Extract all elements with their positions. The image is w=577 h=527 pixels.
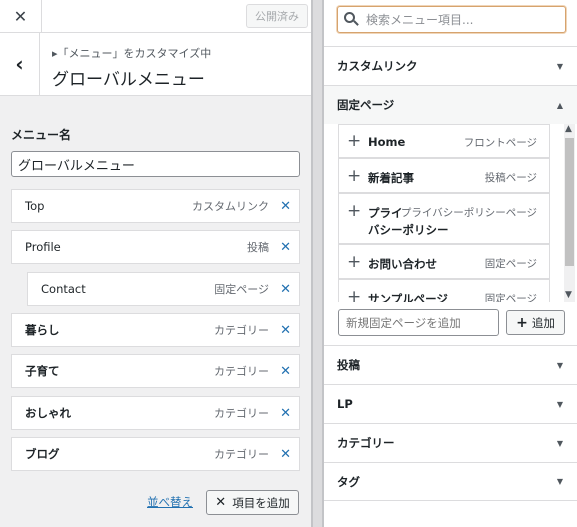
list-scrollbar[interactable]: ▲ ▼ <box>564 124 575 302</box>
remove-icon[interactable]: ✕ <box>280 240 291 255</box>
page-title-text: サンプルページ <box>368 292 448 302</box>
menu-item-type: 固定ページ <box>214 283 269 296</box>
remove-icon[interactable]: ✕ <box>280 406 291 421</box>
page-type-text: 投稿ページ <box>484 172 537 184</box>
menu-item-title: ブログ <box>25 447 60 461</box>
page-type-text: 固定ページ <box>484 293 537 302</box>
section-header: ‹ ▸「メニュー」をカスタマイズ中 グローバルメニュー <box>0 33 311 96</box>
plus-icon: + <box>516 314 528 331</box>
panel-divider-track <box>313 0 322 527</box>
scroll-up-icon[interactable]: ▲ <box>565 124 572 134</box>
search-input[interactable]: 検索メニュー項目... <box>337 6 566 33</box>
accordion-label: カスタムリンク <box>337 59 418 73</box>
reorder-link[interactable]: 並べ替え <box>147 494 193 510</box>
chevron-down-icon: ▼ <box>556 61 563 71</box>
customizer-panel: ✕ 公開済み ‹ ▸「メニュー」をカスタマイズ中 グローバルメニュー メニュー名… <box>0 0 311 527</box>
menu-name-input[interactable] <box>11 151 300 177</box>
add-page-label: 追加 <box>531 315 555 330</box>
accordion-label: LP <box>337 397 353 411</box>
accordion-tags[interactable]: タグ ▼ <box>324 462 577 501</box>
menu-item-kosodate[interactable]: 子育て カテゴリー ✕ <box>11 354 300 388</box>
add-items-button[interactable]: ✕ 項目を追加 <box>206 490 299 515</box>
list-item[interactable]: + 新着記事 投稿ページ <box>338 158 550 193</box>
plus-icon: + <box>347 287 362 302</box>
page-type-text: 固定ページ <box>484 258 537 270</box>
search-placeholder: 検索メニュー項目... <box>366 13 474 27</box>
accordion-label: 投稿 <box>337 358 360 372</box>
menu-item-type: カテゴリー <box>214 407 269 420</box>
available-pages-list: + Home フロントページ + 新着記事 投稿ページ + プライ バシーポリシ… <box>338 124 564 302</box>
page-title-text: 新着記事 <box>368 171 414 185</box>
list-item[interactable]: + Home フロントページ <box>338 124 550 158</box>
menu-item-contact[interactable]: Contact 固定ページ ✕ <box>27 272 300 306</box>
menu-item-title: 暮らし <box>25 323 60 337</box>
accordion-custom-link[interactable]: カスタムリンク ▼ <box>324 46 577 85</box>
menu-item-type: カテゴリー <box>214 365 269 378</box>
menu-item-title: Top <box>25 199 45 213</box>
menu-item-title: Profile <box>25 240 61 254</box>
menu-item-profile[interactable]: Profile 投稿 ✕ <box>11 230 300 264</box>
scroll-down-icon[interactable]: ▼ <box>565 290 572 300</box>
menu-item-type: カテゴリー <box>214 324 269 337</box>
published-button[interactable]: 公開済み <box>246 4 308 28</box>
menu-item-top[interactable]: Top カスタムリンク ✕ <box>11 189 300 223</box>
remove-icon[interactable]: ✕ <box>280 447 291 462</box>
page-title-text-line2: バシーポリシー <box>368 223 449 237</box>
plus-icon: + <box>347 131 362 151</box>
page-title-text: Home <box>368 135 406 149</box>
add-items-label: 項目を追加 <box>232 495 290 510</box>
menu-item-kurashi[interactable]: 暮らし カテゴリー ✕ <box>11 313 300 347</box>
chevron-up-icon: ▲ <box>556 100 563 110</box>
new-page-input[interactable] <box>338 309 499 336</box>
plus-icon: + <box>347 166 362 186</box>
menu-item-blog[interactable]: ブログ カテゴリー ✕ <box>11 437 300 471</box>
available-items-panel: 検索メニュー項目... カスタムリンク ▼ 固定ページ ▲ + Home フロン… <box>324 0 577 527</box>
remove-icon[interactable]: ✕ <box>280 323 291 338</box>
accordion-label: カテゴリー <box>337 436 395 450</box>
plus-icon: + <box>347 201 362 221</box>
chevron-down-icon: ▼ <box>556 399 563 409</box>
menu-item-title: Contact <box>41 282 86 296</box>
remove-icon[interactable]: ✕ <box>280 199 291 214</box>
chevron-down-icon: ▼ <box>556 438 563 448</box>
breadcrumb: ▸「メニュー」をカスタマイズ中 <box>52 47 212 60</box>
list-item[interactable]: + プライ バシーポリシー プライバシーポリシーページ <box>338 193 550 244</box>
customizer-topbar: ✕ 公開済み <box>0 0 311 33</box>
menu-item-title: おしゃれ <box>25 406 71 420</box>
list-item[interactable]: + お問い合わせ 固定ページ <box>338 244 550 279</box>
menu-item-oshare[interactable]: おしゃれ カテゴリー ✕ <box>11 396 300 430</box>
accordion-label: タグ <box>337 474 360 489</box>
accordion-label: 固定ページ <box>337 98 395 112</box>
plus-icon: + <box>347 252 362 272</box>
close-icon[interactable]: ✕ <box>0 0 42 33</box>
chevron-down-icon: ▼ <box>556 477 563 486</box>
remove-icon[interactable]: ✕ <box>280 364 291 379</box>
close-icon: ✕ <box>215 495 227 510</box>
search-icon <box>344 11 360 28</box>
menu-name-label: メニュー名 <box>11 128 72 142</box>
menu-item-type: カテゴリー <box>214 448 269 461</box>
menu-item-type: カスタムリンク <box>192 200 269 213</box>
page-title: グローバルメニュー <box>52 70 205 90</box>
page-title-text: お問い合わせ <box>368 257 437 271</box>
add-page-button[interactable]: + 追加 <box>506 310 565 335</box>
chevron-down-icon: ▼ <box>556 360 563 370</box>
menu-item-title: 子育て <box>25 364 60 378</box>
list-item[interactable]: + サンプルページ 固定ページ <box>338 279 550 302</box>
accordion-categories[interactable]: カテゴリー ▼ <box>324 423 577 462</box>
panel-divider[interactable] <box>311 0 324 527</box>
accordion-lp[interactable]: LP ▼ <box>324 384 577 423</box>
remove-icon[interactable]: ✕ <box>280 282 291 297</box>
accordion-posts[interactable]: 投稿 ▼ <box>324 345 577 384</box>
page-type-text: プライバシーポリシーページ <box>400 207 537 219</box>
menu-item-type: 投稿 <box>247 241 269 254</box>
accordion-pages[interactable]: 固定ページ ▲ <box>324 85 577 124</box>
chevron-left-icon[interactable]: ‹ <box>0 33 40 95</box>
page-type-text: フロントページ <box>463 137 537 149</box>
page-title-text: プライ <box>368 206 403 220</box>
scrollbar-thumb[interactable] <box>565 138 574 266</box>
